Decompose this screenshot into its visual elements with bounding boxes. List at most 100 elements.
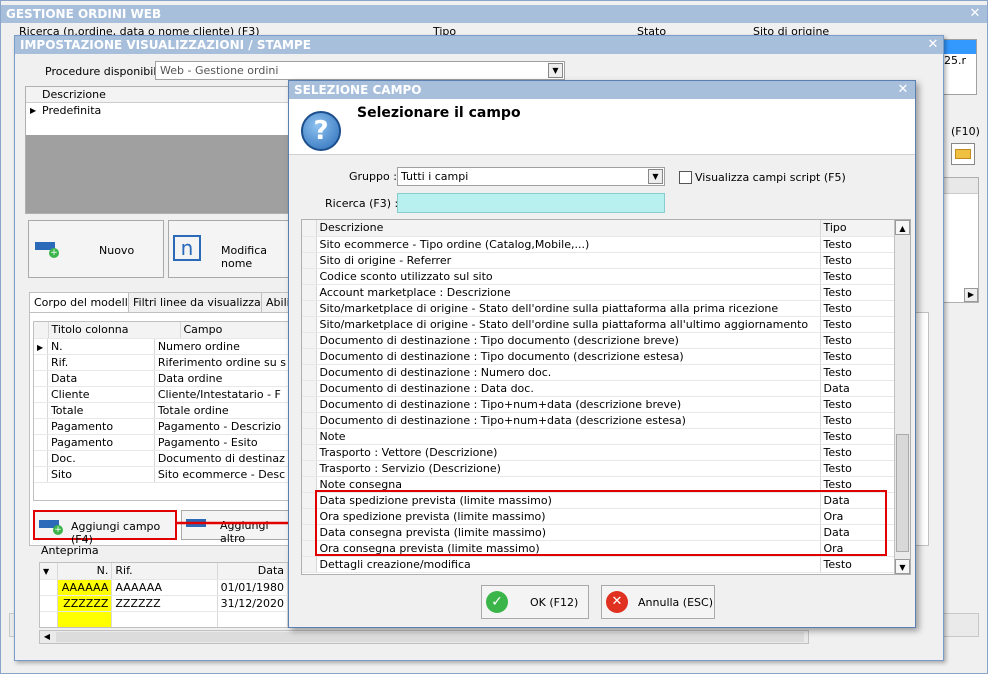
column-title-cell: Data — [47, 370, 155, 387]
field-description-cell: Dettagli creazione/modifica — [316, 556, 821, 573]
header-tipo[interactable]: Tipo — [820, 220, 896, 237]
field-description-cell: Sito/marketplace di origine - Stato dell… — [316, 300, 821, 317]
settings-close-icon[interactable]: ✕ — [925, 37, 941, 53]
table-row[interactable]: Cliente Cliente/Intestatario - F — [34, 386, 290, 403]
field-type-cell: Testo — [820, 316, 896, 333]
list-item[interactable]: Sito/marketplace di origine - Stato dell… — [302, 316, 896, 333]
list-item[interactable]: Documento di destinazione : Tipo documen… — [302, 348, 896, 365]
column-title-cell: Rif. — [47, 354, 155, 371]
procedures-select[interactable]: Web - Gestione ordini ▼ — [155, 61, 565, 80]
search-input[interactable] — [397, 193, 665, 213]
chevron-down-icon[interactable]: ▼ — [648, 169, 663, 184]
group-select[interactable]: Tutti i campi ▼ — [397, 167, 665, 186]
field-type-cell: Testo — [820, 268, 896, 285]
list-item[interactable]: ▶ Predefinita — [26, 103, 294, 119]
preview-header-rif[interactable]: Rif. — [111, 563, 218, 580]
row-pointer-cell — [34, 386, 48, 403]
list-item[interactable]: Sito di origine - Referrer Testo — [302, 252, 896, 269]
column-title-cell: N. — [47, 338, 155, 355]
column-field-cell: Documento di destinaz — [154, 450, 290, 467]
column-field-cell: Totale ordine — [154, 402, 290, 419]
field-type-cell: Testo — [820, 556, 896, 573]
preview-header-data[interactable]: Data — [217, 563, 288, 580]
scroll-up-icon[interactable]: ▲ — [895, 220, 910, 235]
list-item[interactable]: Trasporto : Vettore (Descrizione) Testo — [302, 444, 896, 461]
list-item[interactable]: Dettagli creazione/modifica Testo — [302, 556, 896, 573]
table-row[interactable]: Sito Sito ecommerce - Desc — [34, 466, 290, 483]
preview-cell: ZZZZZZ — [111, 595, 218, 612]
preview-header-n[interactable]: N. — [57, 563, 113, 580]
preview-cell: 01/01/1980 — [217, 579, 288, 596]
field-type-cell: Testo — [820, 364, 896, 381]
preview-cell: AAAAAA — [111, 579, 218, 596]
table-row[interactable]: Doc. Documento di destinaz — [34, 450, 290, 467]
preview-cell: AAAAAA — [57, 579, 113, 596]
add-field-label: Aggiungi campo (F4) — [71, 520, 161, 546]
list-item[interactable]: Documento di destinazione : Data doc. Dat… — [302, 380, 896, 397]
new-button[interactable]: + Nuovo — [28, 220, 164, 278]
script-checkbox[interactable] — [679, 171, 692, 184]
list-item[interactable]: Codice sconto utilizzato sul sito Testo — [302, 268, 896, 285]
table-row[interactable]: ▶ N. Numero ordine — [34, 338, 290, 355]
list-item[interactable]: Trasporto : Servizio (Descrizione) Testo — [302, 460, 896, 477]
group-value: Tutti i campi — [401, 170, 469, 183]
column-title-cell: Doc. — [47, 450, 155, 467]
sito-value: 25.r — [944, 54, 967, 67]
column-header-field[interactable]: Campo — [180, 322, 290, 339]
chevron-down-icon[interactable]: ▼ — [548, 63, 563, 78]
table-row[interactable]: Data Data ordine — [34, 370, 290, 387]
row-pointer-cell: ▶ — [34, 338, 48, 355]
grid-scrollbar[interactable]: ▲ ▼ — [894, 220, 910, 574]
table-row[interactable]: ZZZZZZ ZZZZZZ 31/12/2020 — [40, 595, 288, 612]
column-header-title[interactable]: Titolo colonna — [48, 322, 181, 339]
row-selector-cell — [302, 476, 317, 493]
list-item[interactable]: Documento di destinazione : Tipo+num+dat… — [302, 412, 896, 429]
dialog-close-icon[interactable]: ✕ — [895, 82, 911, 98]
tab-filtri[interactable]: Filtri linee da visualizzare — [128, 292, 277, 312]
list-item[interactable]: Account marketplace : Descrizione Testo — [302, 284, 896, 301]
row-selector-cell — [302, 348, 317, 365]
field-description-cell: Trasporto : Vettore (Descrizione) — [316, 444, 821, 461]
row-pointer-icon: ▼ — [43, 567, 50, 577]
tab-corpo[interactable]: Corpo del modello — [29, 292, 140, 312]
dialog-heading: Selezionare il campo — [357, 105, 521, 121]
f10-label: (F10) — [951, 125, 980, 138]
preview-scrollbar[interactable]: ◀ — [39, 630, 809, 644]
sito-list[interactable]: 25.r — [941, 39, 977, 95]
field-type-cell: Testo — [820, 284, 896, 301]
scroll-down-icon[interactable]: ▼ — [895, 559, 910, 574]
scroll-thumb[interactable] — [896, 434, 909, 552]
row-selector-cell — [302, 380, 317, 397]
list-item[interactable]: Note Testo — [302, 428, 896, 445]
row-selector-cell — [302, 332, 317, 349]
highlight-box — [315, 490, 887, 556]
field-type-cell: Testo — [820, 396, 896, 413]
column-field-cell: Numero ordine — [154, 338, 290, 355]
field-type-cell: Testo — [820, 252, 896, 269]
header-descrizione[interactable]: Descrizione — [316, 220, 821, 237]
question-icon: ? — [301, 111, 341, 151]
list-item[interactable]: Sito/marketplace di origine - Stato dell… — [302, 300, 896, 317]
list-item[interactable]: Documento di destinazione : Tipo documen… — [302, 332, 896, 349]
models-list-header: Descrizione — [26, 87, 294, 103]
row-selector-cell — [302, 252, 317, 269]
field-type-cell: Testo — [820, 460, 896, 477]
main-close-icon[interactable]: ✕ — [967, 6, 983, 22]
ok-button[interactable]: ✓ OK (F12) — [481, 585, 589, 619]
list-item[interactable]: Documento di destinazione : Numero doc. T… — [302, 364, 896, 381]
field-type-cell: Testo — [820, 444, 896, 461]
field-description-cell: Trasporto : Servizio (Descrizione) — [316, 460, 821, 477]
table-row[interactable]: Pagamento Pagamento - Descrizio — [34, 418, 290, 435]
add-field-button[interactable]: + Aggiungi campo (F4) — [33, 510, 177, 546]
list-item[interactable]: Sito ecommerce - Tipo ordine (Catalog,Mo… — [302, 236, 896, 253]
field-type-cell: Data — [820, 380, 896, 397]
table-row[interactable]: AAAAAA AAAAAA 01/01/1980 — [40, 579, 288, 596]
list-item[interactable]: Documento di destinazione : Tipo+num+dat… — [302, 396, 896, 413]
cancel-button[interactable]: ✕ Annulla (ESC) — [601, 585, 715, 619]
table-row[interactable]: Totale Totale ordine — [34, 402, 290, 419]
folder-icon[interactable] — [951, 143, 975, 165]
row-selector-cell — [302, 492, 317, 509]
table-row[interactable]: Rif. Riferimento ordine su s — [34, 354, 290, 371]
edit-name-button[interactable]: n Modifica nome — [168, 220, 298, 278]
table-row[interactable]: Pagamento Pagamento - Esito — [34, 434, 290, 451]
